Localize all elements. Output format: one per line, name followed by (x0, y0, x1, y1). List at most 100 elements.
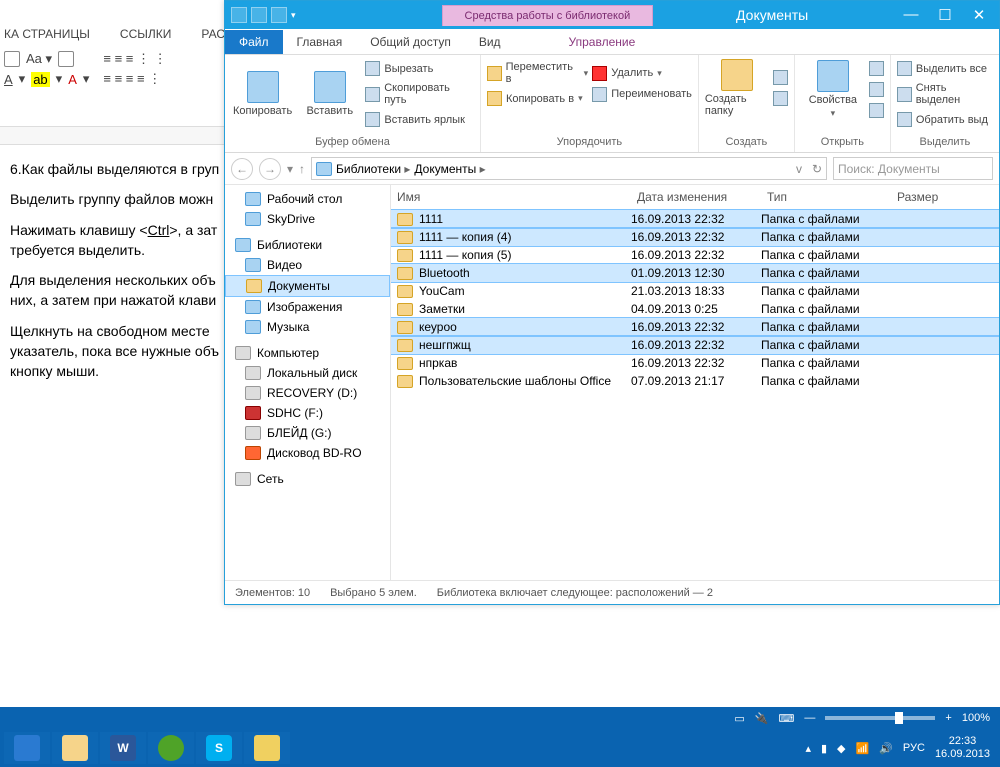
col-name[interactable]: Имя (391, 185, 631, 209)
file-tab[interactable]: Файл (225, 30, 283, 54)
tray-up-icon[interactable]: ▴ (805, 742, 811, 755)
nav-recovery[interactable]: RECOVERY (D:) (225, 383, 390, 403)
address-bar[interactable]: Библиотеки Документы v ↻ (311, 157, 827, 180)
brightness-value: 100% (962, 712, 990, 724)
nav-network[interactable]: Сеть (225, 469, 390, 489)
back-button[interactable]: ← (231, 158, 253, 180)
view-tab[interactable]: Вид (465, 30, 515, 54)
col-size[interactable]: Размер (891, 185, 961, 209)
file-row[interactable]: Пользовательские шаблоны Office07.09.201… (391, 372, 999, 390)
copy-to-button[interactable]: Копировать в (487, 89, 588, 108)
taskbar-skype[interactable]: S (196, 732, 242, 764)
nav-pictures[interactable]: Изображения (225, 297, 390, 317)
file-row[interactable]: 111116.09.2013 22:32Папка с файлами (391, 210, 999, 228)
breadcrumb-segment[interactable]: Библиотеки (336, 162, 410, 176)
select-all-button[interactable]: Выделить все (897, 59, 993, 78)
paste-shortcut-button[interactable]: Вставить ярлык (365, 110, 474, 129)
taskbar-ie[interactable] (4, 732, 50, 764)
navigation-pane[interactable]: Рабочий стол SkyDrive Библиотеки Видео Д… (225, 185, 391, 580)
nav-skydrive[interactable]: SkyDrive (225, 209, 390, 229)
taskbar-explorer[interactable] (52, 732, 98, 764)
copy-path-button[interactable]: Скопировать путь (365, 80, 474, 108)
nav-bleyd[interactable]: БЛЕЙД (G:) (225, 423, 390, 443)
qat-dropdown-icon[interactable]: ▾ (291, 10, 296, 21)
word-tab[interactable]: ССЫЛКИ (116, 25, 175, 47)
file-row[interactable]: 1111 — копия (4)16.09.2013 22:32Папка с … (391, 228, 999, 246)
minimize-button[interactable]: — (899, 6, 923, 24)
easy-access-button[interactable] (773, 89, 788, 108)
battery-icon[interactable]: ▮ (821, 742, 827, 755)
copy-button[interactable]: Копировать (231, 59, 294, 129)
rename-button[interactable]: Переименовать (592, 85, 692, 104)
file-row[interactable]: Bluetooth01.09.2013 12:30Папка с файлами (391, 264, 999, 282)
paste-button[interactable]: Вставить (298, 59, 361, 129)
tray-icon[interactable]: ◆ (837, 742, 845, 755)
up-button[interactable]: ↑ (299, 162, 305, 176)
close-button[interactable]: ✕ (967, 6, 991, 24)
nav-libraries[interactable]: Библиотеки (225, 235, 390, 255)
plus-icon[interactable]: + (945, 712, 951, 724)
qat-icon[interactable] (251, 7, 267, 23)
file-row[interactable]: Заметки04.09.2013 0:25Папка с файлами (391, 300, 999, 318)
new-folder-button[interactable]: Создать папку (705, 59, 769, 117)
properties-button[interactable]: Свойства (801, 59, 865, 120)
select-none-icon (897, 87, 912, 102)
new-item-button[interactable] (773, 68, 788, 87)
open-button[interactable] (869, 59, 884, 78)
language-indicator[interactable]: РУС (903, 742, 925, 754)
nav-bdrom[interactable]: Дисковод BD-RO (225, 443, 390, 463)
clock-date: 16.09.2013 (935, 748, 990, 761)
file-date: 01.09.2013 12:30 (631, 266, 761, 280)
breadcrumb-segment[interactable]: Документы (414, 162, 485, 176)
checkmark-icon (817, 60, 849, 92)
col-date[interactable]: Дата изменения (631, 185, 761, 209)
nav-sdhc[interactable]: SDHC (F:) (225, 403, 390, 423)
file-row[interactable]: 1111 — копия (5)16.09.2013 22:32Папка с … (391, 246, 999, 264)
maximize-button[interactable]: ☐ (933, 6, 957, 24)
nav-local-disk[interactable]: Локальный диск (225, 363, 390, 383)
qat-icon[interactable] (271, 7, 287, 23)
qat-icon[interactable] (231, 7, 247, 23)
ribbon: Копировать Вставить Вырезать Скопировать… (225, 55, 999, 153)
taskbar-word[interactable]: W (100, 732, 146, 764)
file-row[interactable]: нешгпжщ16.09.2013 22:32Папка с файлами (391, 336, 999, 354)
manage-tab[interactable]: Управление (555, 30, 650, 54)
nav-documents[interactable]: Документы (225, 275, 390, 297)
nav-desktop[interactable]: Рабочий стол (225, 189, 390, 209)
taskbar-utorrent[interactable] (148, 732, 194, 764)
file-row[interactable]: кеуроо16.09.2013 22:32Папка с файлами (391, 318, 999, 336)
cut-button[interactable]: Вырезать (365, 59, 474, 78)
home-tab[interactable]: Главная (283, 30, 357, 54)
clock[interactable]: 22:33 16.09.2013 (935, 735, 990, 761)
keyboard-icon: ⌨ (779, 712, 795, 725)
delete-button[interactable]: Удалить (592, 64, 692, 83)
brightness-slider[interactable] (825, 716, 935, 720)
move-to-button[interactable]: Переместить в (487, 59, 588, 87)
nav-videos[interactable]: Видео (225, 255, 390, 275)
select-none-button[interactable]: Снять выделен (897, 80, 993, 108)
edit-button[interactable] (869, 80, 884, 99)
history-button[interactable] (869, 101, 884, 120)
refresh-button[interactable]: ↻ (812, 162, 822, 176)
file-type: Папка с файлами (761, 230, 891, 244)
explorer-titlebar[interactable]: ▾ Средства работы с библиотекой Документ… (225, 1, 999, 29)
file-row[interactable]: нпркав16.09.2013 22:32Папка с файлами (391, 354, 999, 372)
file-list[interactable]: Имя Дата изменения Тип Размер 111116.09.… (391, 185, 999, 580)
nav-music[interactable]: Музыка (225, 317, 390, 337)
drive-icon (245, 386, 261, 400)
word-tab[interactable]: КА СТРАНИЦЫ (0, 25, 94, 47)
taskbar-app[interactable] (244, 732, 290, 764)
nav-computer[interactable]: Компьютер (225, 343, 390, 363)
invert-selection-button[interactable]: Обратить выд (897, 110, 993, 129)
file-type: Папка с файлами (761, 212, 891, 226)
share-tab[interactable]: Общий доступ (356, 30, 465, 54)
minus-icon[interactable]: — (804, 712, 815, 724)
recent-dropdown-icon[interactable]: ▾ (287, 162, 293, 176)
volume-icon[interactable]: 🔊 (879, 742, 893, 755)
forward-button[interactable]: → (259, 158, 281, 180)
address-dropdown-icon[interactable]: v (796, 162, 802, 176)
file-row[interactable]: YouCam21.03.2013 18:33Папка с файлами (391, 282, 999, 300)
col-type[interactable]: Тип (761, 185, 891, 209)
network-icon[interactable]: 📶 (856, 742, 870, 755)
search-input[interactable]: Поиск: Документы (833, 157, 993, 180)
